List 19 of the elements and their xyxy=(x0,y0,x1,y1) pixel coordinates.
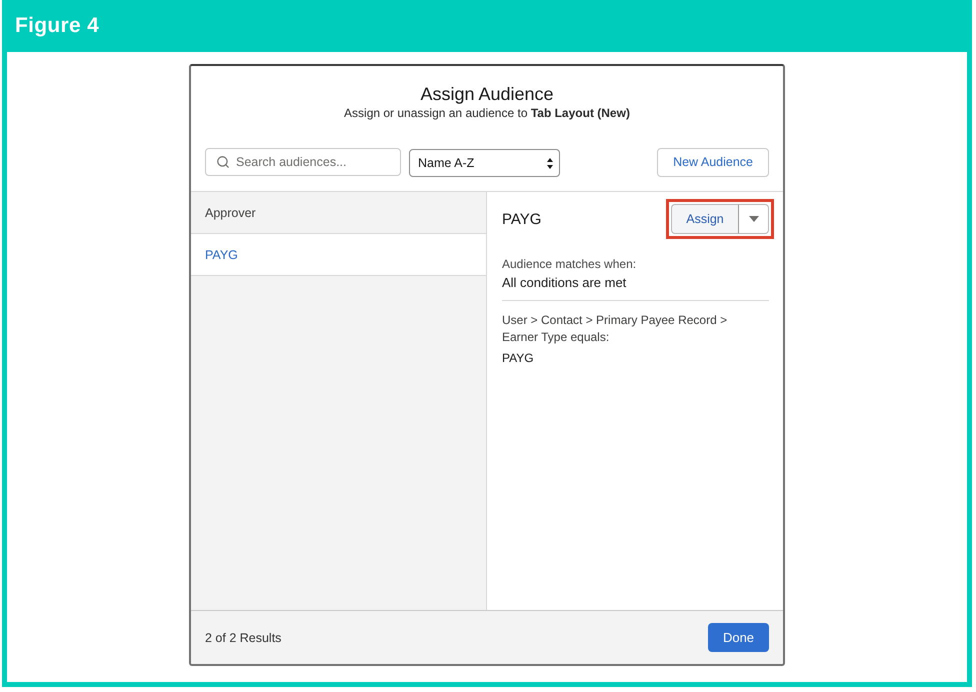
match-label: Audience matches when: xyxy=(502,256,638,272)
done-button[interactable]: Done xyxy=(708,623,769,652)
sort-select[interactable]: Name A-Z xyxy=(409,149,560,177)
assign-button[interactable]: Assign xyxy=(671,204,739,234)
search-field[interactable]: Search audiences... xyxy=(205,148,401,176)
audience-item[interactable]: PAYG xyxy=(191,234,486,276)
up-down-caret-icon xyxy=(547,158,553,168)
search-icon xyxy=(216,155,230,169)
caret-icon xyxy=(748,216,758,222)
dialog-subtitle: Assign or unassign an audience to Tab Layout (New) xyxy=(344,105,630,121)
match-value: All conditions are met xyxy=(502,274,628,292)
results-count: 2 of 2 Results xyxy=(205,630,282,644)
criteria-value: PAYG xyxy=(502,350,535,367)
dialog-title: Assign Audience xyxy=(420,83,554,105)
criteria-text: User > Contact > Primary Payee Record > Earner Type equals: xyxy=(502,312,728,346)
audience-title: PAYG xyxy=(502,210,542,228)
new-audience-button[interactable]: New Audience xyxy=(657,148,769,176)
dropdown-button[interactable] xyxy=(739,204,769,234)
figure-title: Figure 4 xyxy=(15,14,100,38)
